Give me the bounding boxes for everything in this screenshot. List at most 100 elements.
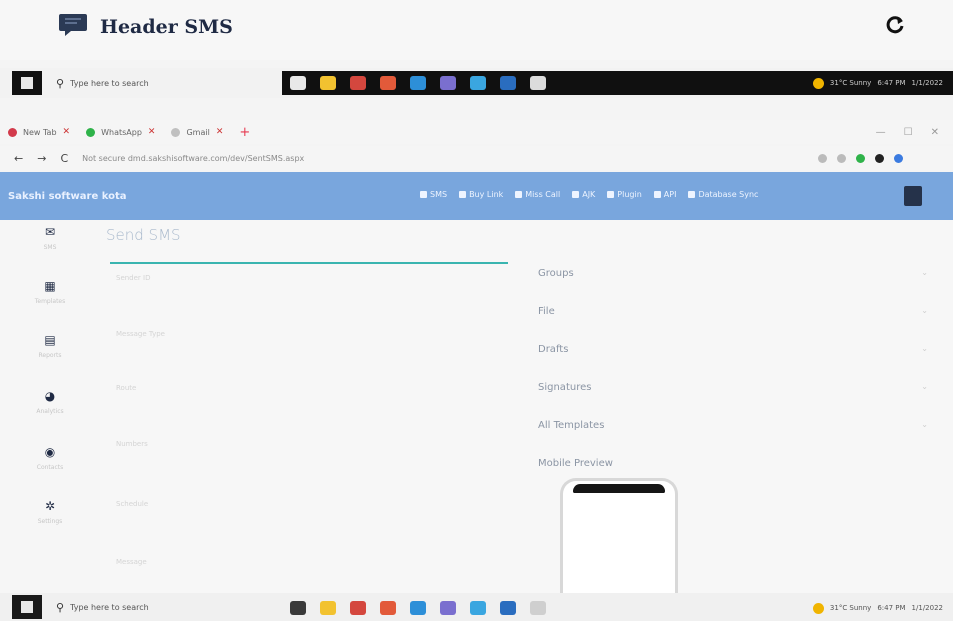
close-tab-icon[interactable]: ✕ (63, 127, 71, 137)
browser-tab[interactable]: New Tab ✕ (0, 122, 78, 142)
app-icon[interactable] (440, 601, 456, 615)
ps-icon[interactable] (500, 76, 516, 90)
form-field-schedule[interactable]: Schedule (116, 500, 416, 512)
link-icon (459, 191, 467, 198)
chevron-down-icon: ⌄ (921, 268, 928, 277)
file-explorer-icon[interactable] (320, 76, 336, 90)
clock-date[interactable]: 1/1/2022 (912, 604, 943, 612)
browser-tab-strip: New Tab ✕ WhatsApp ✕ Gmail ✕ + — ☐ ✕ (0, 120, 953, 144)
form-field-message-type[interactable]: Message Type (116, 330, 416, 342)
file-explorer-icon[interactable] (320, 601, 336, 615)
back-icon[interactable]: ← (14, 152, 23, 165)
refresh-icon[interactable] (884, 14, 906, 36)
tab-label: WhatsApp (101, 127, 142, 137)
panel-item-drafts[interactable]: Drafts ⌄ (538, 344, 928, 355)
sidebar-item-contacts[interactable]: ◉ Contacts (30, 446, 70, 486)
tab-favicon (86, 127, 96, 137)
close-tab-icon[interactable]: ✕ (148, 127, 156, 137)
nav-item-database-sync[interactable]: Database Sync (688, 190, 758, 199)
ps-icon[interactable] (500, 601, 516, 615)
forward-icon[interactable]: → (37, 152, 46, 165)
photos-icon[interactable] (470, 601, 486, 615)
weather-text: 31°C Sunny (829, 79, 872, 87)
start-button[interactable] (12, 71, 42, 95)
photos-icon[interactable] (470, 76, 486, 90)
chrome-icon[interactable] (350, 76, 366, 90)
start-button[interactable] (12, 595, 42, 619)
tab-favicon (8, 127, 17, 137)
edge-icon[interactable] (410, 76, 426, 90)
form-field-numbers[interactable]: Numbers (116, 440, 416, 452)
app-icon[interactable] (530, 601, 546, 615)
url-field[interactable]: Not secure dmd.sakshisoftware.com/dev/Se… (82, 154, 304, 163)
app-icon[interactable] (440, 76, 456, 90)
brand-name[interactable]: Sakshi software kota (8, 191, 127, 202)
reload-icon[interactable]: C (60, 152, 68, 165)
star-icon[interactable] (837, 153, 846, 163)
panel-item-file[interactable]: File ⌄ (538, 306, 928, 317)
form-field-sender-id[interactable]: Sender ID (116, 274, 416, 286)
taskbar-search[interactable]: ⚲ Type here to search (56, 601, 276, 614)
sidebar-item-label: Settings (37, 518, 63, 525)
sidebar-item-templates[interactable]: ▦ Templates (30, 280, 70, 320)
taskbar-search-placeholder: Type here to search (70, 78, 149, 88)
panel-label: All Templates (538, 420, 605, 431)
tab-favicon (171, 127, 181, 137)
panel-item-all-templates[interactable]: All Templates ⌄ (538, 420, 928, 431)
weather-text: 31°C Sunny (829, 604, 872, 612)
sidebar-item-sms[interactable]: ✉ SMS (30, 226, 70, 266)
plugin-icon (607, 191, 615, 198)
nav-item-buy-link[interactable]: Buy Link (459, 190, 503, 199)
nav-label: Plugin (617, 190, 642, 199)
minimize-icon[interactable]: — (876, 127, 886, 138)
task-view-icon[interactable] (290, 76, 306, 90)
search-icon: ⚲ (56, 600, 65, 614)
app-icon[interactable] (380, 601, 396, 615)
browser-tab[interactable]: Gmail ✕ (163, 122, 231, 142)
clock-date[interactable]: 1/1/2022 (912, 79, 943, 87)
sidebar-item-reports[interactable]: ▤ Reports (30, 334, 70, 374)
nav-label: AJK (582, 190, 596, 199)
app-icon[interactable] (530, 76, 546, 90)
sidebar-item-settings[interactable]: ✲ Settings (30, 500, 70, 540)
report-icon: ▤ (44, 333, 56, 347)
chat-bubble-icon (59, 14, 87, 36)
clock-time[interactable]: 6:47 PM (877, 79, 905, 87)
app-navbar: Sakshi software kota SMS Buy Link Miss C… (0, 172, 953, 220)
panel-label: Mobile Preview (538, 458, 613, 469)
tab-label: Gmail (186, 127, 210, 137)
extension-icon[interactable] (818, 153, 827, 163)
nav-item-ajk[interactable]: AJK (572, 190, 595, 199)
form-field-message[interactable]: Message (116, 558, 416, 570)
puzzle-icon[interactable] (875, 153, 884, 163)
nav-item-miss-call[interactable]: Miss Call (515, 190, 560, 199)
task-view-icon[interactable] (290, 601, 306, 615)
close-window-icon[interactable]: ✕ (931, 127, 939, 138)
new-tab-button[interactable]: + (239, 125, 250, 140)
profile-icon[interactable] (894, 153, 903, 163)
close-tab-icon[interactable]: ✕ (216, 127, 224, 137)
nav-item-api[interactable]: API (653, 190, 676, 199)
edge-icon[interactable] (410, 601, 426, 615)
maximize-icon[interactable]: ☐ (904, 127, 913, 138)
envelope-icon: ✉ (44, 225, 56, 239)
clock-time[interactable]: 6:47 PM (877, 604, 905, 612)
user-avatar[interactable] (904, 186, 922, 206)
panel-item-signatures[interactable]: Signatures ⌄ (538, 382, 928, 393)
sidebar-item-analytics[interactable]: ◕ Analytics (30, 390, 70, 430)
weather-icon (812, 77, 824, 89)
app-icon[interactable] (380, 76, 396, 90)
chevron-down-icon: ⌄ (921, 382, 928, 391)
browser-tab[interactable]: WhatsApp ✕ (78, 122, 163, 142)
page-header: Header SMS (0, 0, 953, 60)
taskbar-search[interactable]: ⚲ Type here to search (56, 77, 276, 90)
nav-item-sms[interactable]: SMS (420, 190, 447, 199)
nav-item-plugin[interactable]: Plugin (607, 190, 642, 199)
panel-item-mobile-preview[interactable]: Mobile Preview (538, 458, 928, 469)
extension-icon[interactable] (856, 153, 865, 163)
panel-label: File (538, 306, 555, 317)
pie-chart-icon: ◕ (44, 389, 56, 403)
form-field-route[interactable]: Route (116, 384, 416, 396)
chrome-icon[interactable] (350, 601, 366, 615)
panel-item-groups[interactable]: Groups ⌄ (538, 268, 928, 279)
